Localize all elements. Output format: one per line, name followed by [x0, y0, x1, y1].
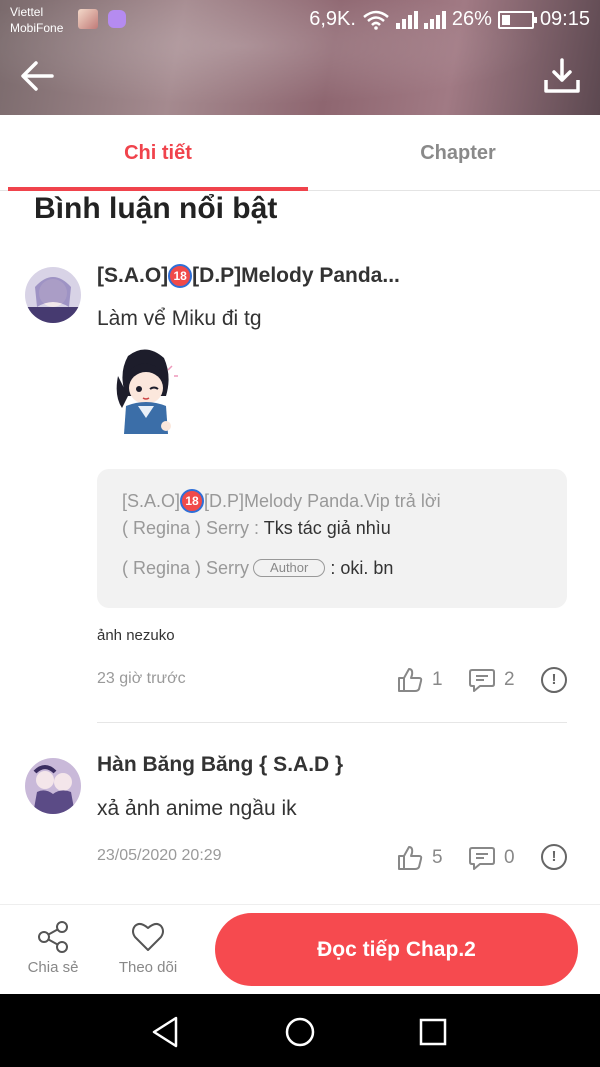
heart-icon	[132, 922, 164, 951]
share-icon	[38, 921, 68, 953]
navigation-bar	[0, 994, 600, 1067]
share-label: Chia sẻ	[27, 959, 79, 976]
reply-count: 0	[504, 847, 515, 868]
carrier-2: MobiFone	[10, 21, 64, 35]
comment-time: 23 giờ trước	[97, 670, 186, 687]
status-right: 6,9K. 26% 09:15	[309, 8, 590, 31]
carrier-names: Viettel MobiFone	[10, 4, 63, 36]
wifi-icon	[363, 10, 389, 30]
header: Viettel MobiFone 6,9K. 26% 09:15	[0, 0, 600, 115]
comment-time: 23/05/2020 20:29	[97, 847, 222, 864]
reply-line: ( Regina ) Serry : Tks tác giả nhìu	[122, 518, 391, 539]
nav-home-icon[interactable]	[282, 1014, 318, 1050]
comment-extra-text: ảnh nezuko	[97, 627, 175, 644]
notification-app-icon	[108, 10, 126, 28]
signal-icon-2	[423, 10, 446, 29]
like-button[interactable]: 1	[396, 665, 443, 695]
tab-bar: Chi tiết Chapter	[0, 115, 600, 191]
reply-button[interactable]: 2	[468, 665, 515, 695]
age-badge: 18	[180, 489, 205, 513]
avatar[interactable]	[25, 758, 81, 814]
reply-user-suffix: [D.P]Melody Panda.Vip trả lời	[204, 491, 441, 511]
comment-username[interactable]: Hàn Băng Băng { S.A.D }	[97, 753, 343, 777]
report-icon[interactable]: !	[541, 667, 567, 693]
like-count: 5	[432, 847, 443, 868]
avatar[interactable]	[25, 267, 81, 323]
carrier-1: Viettel	[10, 5, 44, 19]
continue-reading-button[interactable]: Đọc tiếp Chap.2	[215, 913, 578, 986]
username-prefix: [S.A.O]	[97, 264, 169, 287]
active-tab-indicator	[8, 187, 308, 191]
reply-count: 2	[504, 669, 515, 690]
follow-button[interactable]: Theo dõi	[108, 919, 188, 976]
reply-line: ( Regina ) Serry Author : oki. bn	[122, 558, 393, 579]
share-button[interactable]: Chia sẻ	[13, 919, 93, 976]
sticker-image	[116, 349, 178, 434]
nav-back-icon[interactable]	[148, 1014, 184, 1050]
reply-message: : oki. bn	[325, 558, 394, 578]
signal-icon-1	[395, 10, 418, 29]
bottom-action-bar: Chia sẻ Theo dõi Đọc tiếp Chap.2	[0, 904, 600, 994]
reply-button[interactable]: 0	[468, 843, 515, 873]
reply-message: Tks tác giả nhìu	[259, 518, 391, 538]
nav-recents-icon[interactable]	[415, 1014, 451, 1050]
report-icon[interactable]: !	[541, 844, 567, 870]
download-icon[interactable]	[542, 56, 582, 96]
tab-details[interactable]: Chi tiết	[8, 115, 308, 191]
comment-divider	[97, 722, 567, 723]
network-speed: 6,9K.	[309, 8, 356, 30]
like-button[interactable]: 5	[396, 843, 443, 873]
notification-image-icon	[78, 9, 98, 29]
battery-percent: 26%	[451, 8, 492, 30]
author-badge: Author	[253, 559, 326, 577]
age-badge: 18	[168, 264, 193, 288]
username-suffix: [D.P]Melody Panda...	[192, 264, 400, 287]
battery-icon	[497, 10, 537, 29]
reply-user-prefix: [S.A.O]	[122, 491, 181, 511]
follow-label: Theo dõi	[118, 959, 178, 976]
section-title: Bình luận nổi bật	[34, 192, 278, 225]
clock: 09:15	[539, 8, 590, 30]
comment-text: xả ảnh anime ngầu ik	[97, 797, 297, 820]
comment-icon	[469, 847, 495, 870]
comment-icon	[469, 669, 495, 692]
thumbs-up-icon	[398, 846, 423, 870]
back-arrow-icon[interactable]	[18, 56, 58, 96]
reply-user: ( Regina ) Serry	[122, 558, 250, 578]
comment-username[interactable]: [S.A.O] 18 [D.P]Melody Panda...	[97, 264, 400, 288]
reply-user: ( Regina ) Serry :	[122, 518, 260, 538]
reply-box[interactable]: [S.A.O] 18 [D.P]Melody Panda.Vip trả lời (…	[97, 469, 567, 608]
tab-chapter[interactable]: Chapter	[308, 115, 600, 191]
comment-text: Làm vể Miku đi tg	[97, 307, 262, 330]
reply-header: [S.A.O] 18 [D.P]Melody Panda.Vip trả lời	[122, 489, 441, 513]
like-count: 1	[432, 669, 443, 690]
thumbs-up-icon	[398, 668, 423, 692]
status-bar: Viettel MobiFone 6,9K. 26% 09:15	[0, 0, 600, 42]
